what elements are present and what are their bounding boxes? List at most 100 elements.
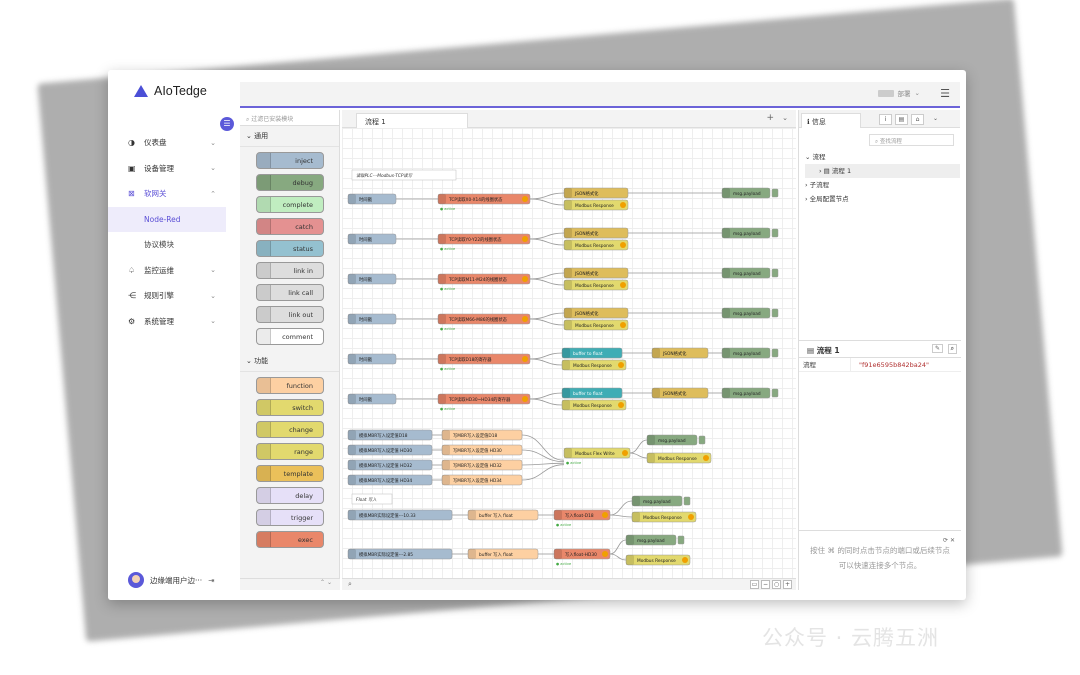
tree-item-flow-1[interactable]: › ▤ 流程 1 [805, 164, 960, 178]
nav-item-monitoring[interactable]: ♤ 监控运维 ⌄ [108, 258, 226, 284]
tcp-read-node-5[interactable]: TCP读取HD30~HD34的寄存器 ● active [437, 393, 531, 411]
modbus-response-node-2[interactable]: Modbus Response [563, 279, 629, 291]
modbus-flex-write-node[interactable]: Modbus Flex Write ● active [563, 447, 631, 465]
collapse-menu-icon[interactable]: ☰ [220, 117, 234, 131]
palette-node-trigger[interactable]: trigger [256, 509, 324, 526]
inject-node-2[interactable]: 时间戳 [347, 273, 397, 285]
chevron-down-icon[interactable]: ⌄ [929, 114, 942, 125]
search-icon[interactable]: ⌕ [348, 580, 352, 589]
nav-subitem-node-red[interactable]: Node-Red [108, 206, 226, 232]
tcp-read-node-4[interactable]: TCP读取D18的寄存器 ● active [437, 353, 531, 371]
search-icon[interactable]: ⌕ [947, 344, 957, 354]
set-inject-node-3[interactable]: 模拟MBR写入设定值 HD34 [347, 474, 433, 486]
debug-node-3[interactable]: msg.payload [721, 307, 779, 319]
config-icon[interactable]: ⌂ [911, 114, 924, 125]
palette-node-status[interactable]: status [256, 240, 324, 257]
inject-node-4[interactable]: 时间戳 [347, 353, 397, 365]
palette-node-function[interactable]: function [256, 377, 324, 394]
tree-item-global-config[interactable]: › 全局配置节点 [805, 192, 960, 206]
palette-node-delay[interactable]: delay [256, 487, 324, 504]
convert-node-0[interactable]: 写MBR写入设定值D18 [441, 429, 523, 441]
zoom-out-icon[interactable]: − [761, 580, 770, 589]
debug-node-0[interactable]: msg.payload [721, 187, 779, 199]
palette-node-range[interactable]: range [256, 443, 324, 460]
palette-node-change[interactable]: change [256, 421, 324, 438]
modbus-response-node-0[interactable]: Modbus Response [563, 199, 629, 211]
convert-node-2[interactable]: 写MBR写入设定值 HD32 [441, 459, 523, 471]
inject-node-1[interactable]: 时间戳 [347, 233, 397, 245]
comment-node-float[interactable]: Float 写入 [351, 493, 393, 505]
write-d18-node[interactable]: 写入float-D18 ● active [553, 509, 611, 527]
buffer-node-4[interactable]: buffer to float [561, 347, 623, 359]
palette-node-catch[interactable]: catch [256, 218, 324, 235]
debug-node-hd30[interactable]: msg.payload [625, 534, 685, 546]
flow-canvas[interactable]: 读取PLC---Modbus-TCP读写 时间戳 TCP读取X0-X14的线圈状态 ●… [342, 128, 796, 578]
tab-flow-1[interactable]: 流程 1 [356, 113, 468, 128]
modbus-response-node-3[interactable]: Modbus Response [563, 319, 629, 331]
convert-node-1[interactable]: 写MBR写入设定值 HD30 [441, 444, 523, 456]
palette-node-inject[interactable]: inject [256, 152, 324, 169]
palette-node-link-out[interactable]: link out [256, 306, 324, 323]
deploy-button[interactable]: 部署 ⌄ [877, 88, 920, 98]
add-flow-icon[interactable]: + [766, 113, 774, 123]
nav-item-soft-gateway[interactable]: ⊠ 软网关 ⌃ [108, 181, 226, 207]
set-inject-node-1[interactable]: 模拟MBR写入设定值 HD30 [347, 444, 433, 456]
logout-icon[interactable]: ⇥ [208, 576, 214, 585]
debug-node-1[interactable]: msg.payload [721, 227, 779, 239]
main-menu-icon[interactable]: ☰ [940, 87, 950, 100]
buffer-node-5[interactable]: buffer to float [561, 387, 623, 399]
flow-search-input[interactable]: ⌕ 查找流程 [869, 134, 954, 146]
palette-node-template[interactable]: template [256, 465, 324, 482]
palette-node-link-call[interactable]: link call [256, 284, 324, 301]
collapse-all-icon[interactable]: ⌃ ⌄ [320, 579, 332, 586]
palette-filter-input[interactable]: ⌕ 过滤已安装模块 [240, 110, 339, 126]
json-node-5[interactable]: JSON格式化 [651, 387, 709, 399]
palette-node-exec[interactable]: exec [256, 531, 324, 548]
modbus-response-write[interactable]: Modbus Response [646, 452, 712, 464]
json-node-4[interactable]: JSON格式化 [651, 347, 709, 359]
nav-subitem-protocol[interactable]: 协议模块 [108, 232, 226, 258]
modbus-response-d18[interactable]: Modbus Response [631, 511, 697, 523]
buffer-write-node-2[interactable]: buffer 写入 float [467, 548, 539, 560]
debug-node-2[interactable]: msg.payload [721, 267, 779, 279]
convert-node-3[interactable]: 写MBR写入设定值 HD34 [441, 474, 523, 486]
tcp-read-node-0[interactable]: TCP读取X0-X14的线圈状态 ● active [437, 193, 531, 211]
json-node-3[interactable]: JSON格式化 [563, 307, 629, 319]
nav-item-dashboard[interactable]: ◑ 仪表盘 ⌄ [108, 130, 226, 156]
palette-category-common[interactable]: ⌄ 通用 [240, 126, 339, 147]
tcp-read-node-1[interactable]: TCP读取Y0-Y22的线圈状态 ● active [437, 233, 531, 251]
write-hd30-node[interactable]: 写入float-HD30 ● active [553, 548, 611, 566]
zoom-in-icon[interactable]: + [783, 580, 792, 589]
debug-node-5[interactable]: msg.payload [721, 387, 779, 399]
nav-item-rule-engine[interactable]: ⋲ 规则引擎 ⌄ [108, 283, 226, 309]
set-inject-node-2[interactable]: 模拟MBR写入设定值 HD32 [347, 459, 433, 471]
debug-node-d18[interactable]: msg.payload [631, 495, 691, 507]
user-profile[interactable]: 边缘端用户边··· ⇥ [128, 572, 214, 588]
inject-node-3[interactable]: 时间戳 [347, 313, 397, 325]
palette-category-function[interactable]: ⌄ 功能 [240, 351, 339, 372]
inject-node-0[interactable]: 时间戳 [347, 193, 397, 205]
json-node-1[interactable]: JSON格式化 [563, 227, 629, 239]
debug-node-4[interactable]: msg.payload [721, 347, 779, 359]
modbus-response-node-5[interactable]: Modbus Response [561, 399, 627, 411]
buffer-write-node-1[interactable]: buffer 写入 float [467, 509, 539, 521]
palette-node-switch[interactable]: switch [256, 399, 324, 416]
set-inject-node-0[interactable]: 模拟MBR写入设定值D18 [347, 429, 433, 441]
json-node-2[interactable]: JSON格式化 [563, 267, 629, 279]
float-inject-node-2[interactable]: 模拟MBR实际设定值---2.85 [347, 548, 453, 560]
json-node-0[interactable]: JSON格式化 [563, 187, 629, 199]
nav-item-devices[interactable]: ▣ 设备管理 ⌄ [108, 156, 226, 182]
zoom-reset-icon[interactable]: ○ [772, 580, 781, 589]
palette-node-debug[interactable]: debug [256, 174, 324, 191]
float-inject-node-1[interactable]: 模拟MBR实际设定值---10.33 [347, 509, 453, 521]
info-icon[interactable]: i [879, 114, 892, 125]
debug-node-write[interactable]: msg.payload [646, 434, 706, 446]
tree-item-subflows[interactable]: › 子流程 [805, 178, 960, 192]
palette-node-complete[interactable]: complete [256, 196, 324, 213]
flow-list-icon[interactable]: ⌄ [782, 114, 788, 122]
tip-controls[interactable]: ⟳ ✕ [943, 533, 955, 548]
modbus-response-node-1[interactable]: Modbus Response [563, 239, 629, 251]
tcp-read-node-3[interactable]: TCP读取M66-M86的线圈状态 ● active [437, 313, 531, 331]
inject-node-5[interactable]: 时间戳 [347, 393, 397, 405]
tcp-read-node-2[interactable]: TCP读取M11-M24的线圈状态 ● active [437, 273, 531, 291]
